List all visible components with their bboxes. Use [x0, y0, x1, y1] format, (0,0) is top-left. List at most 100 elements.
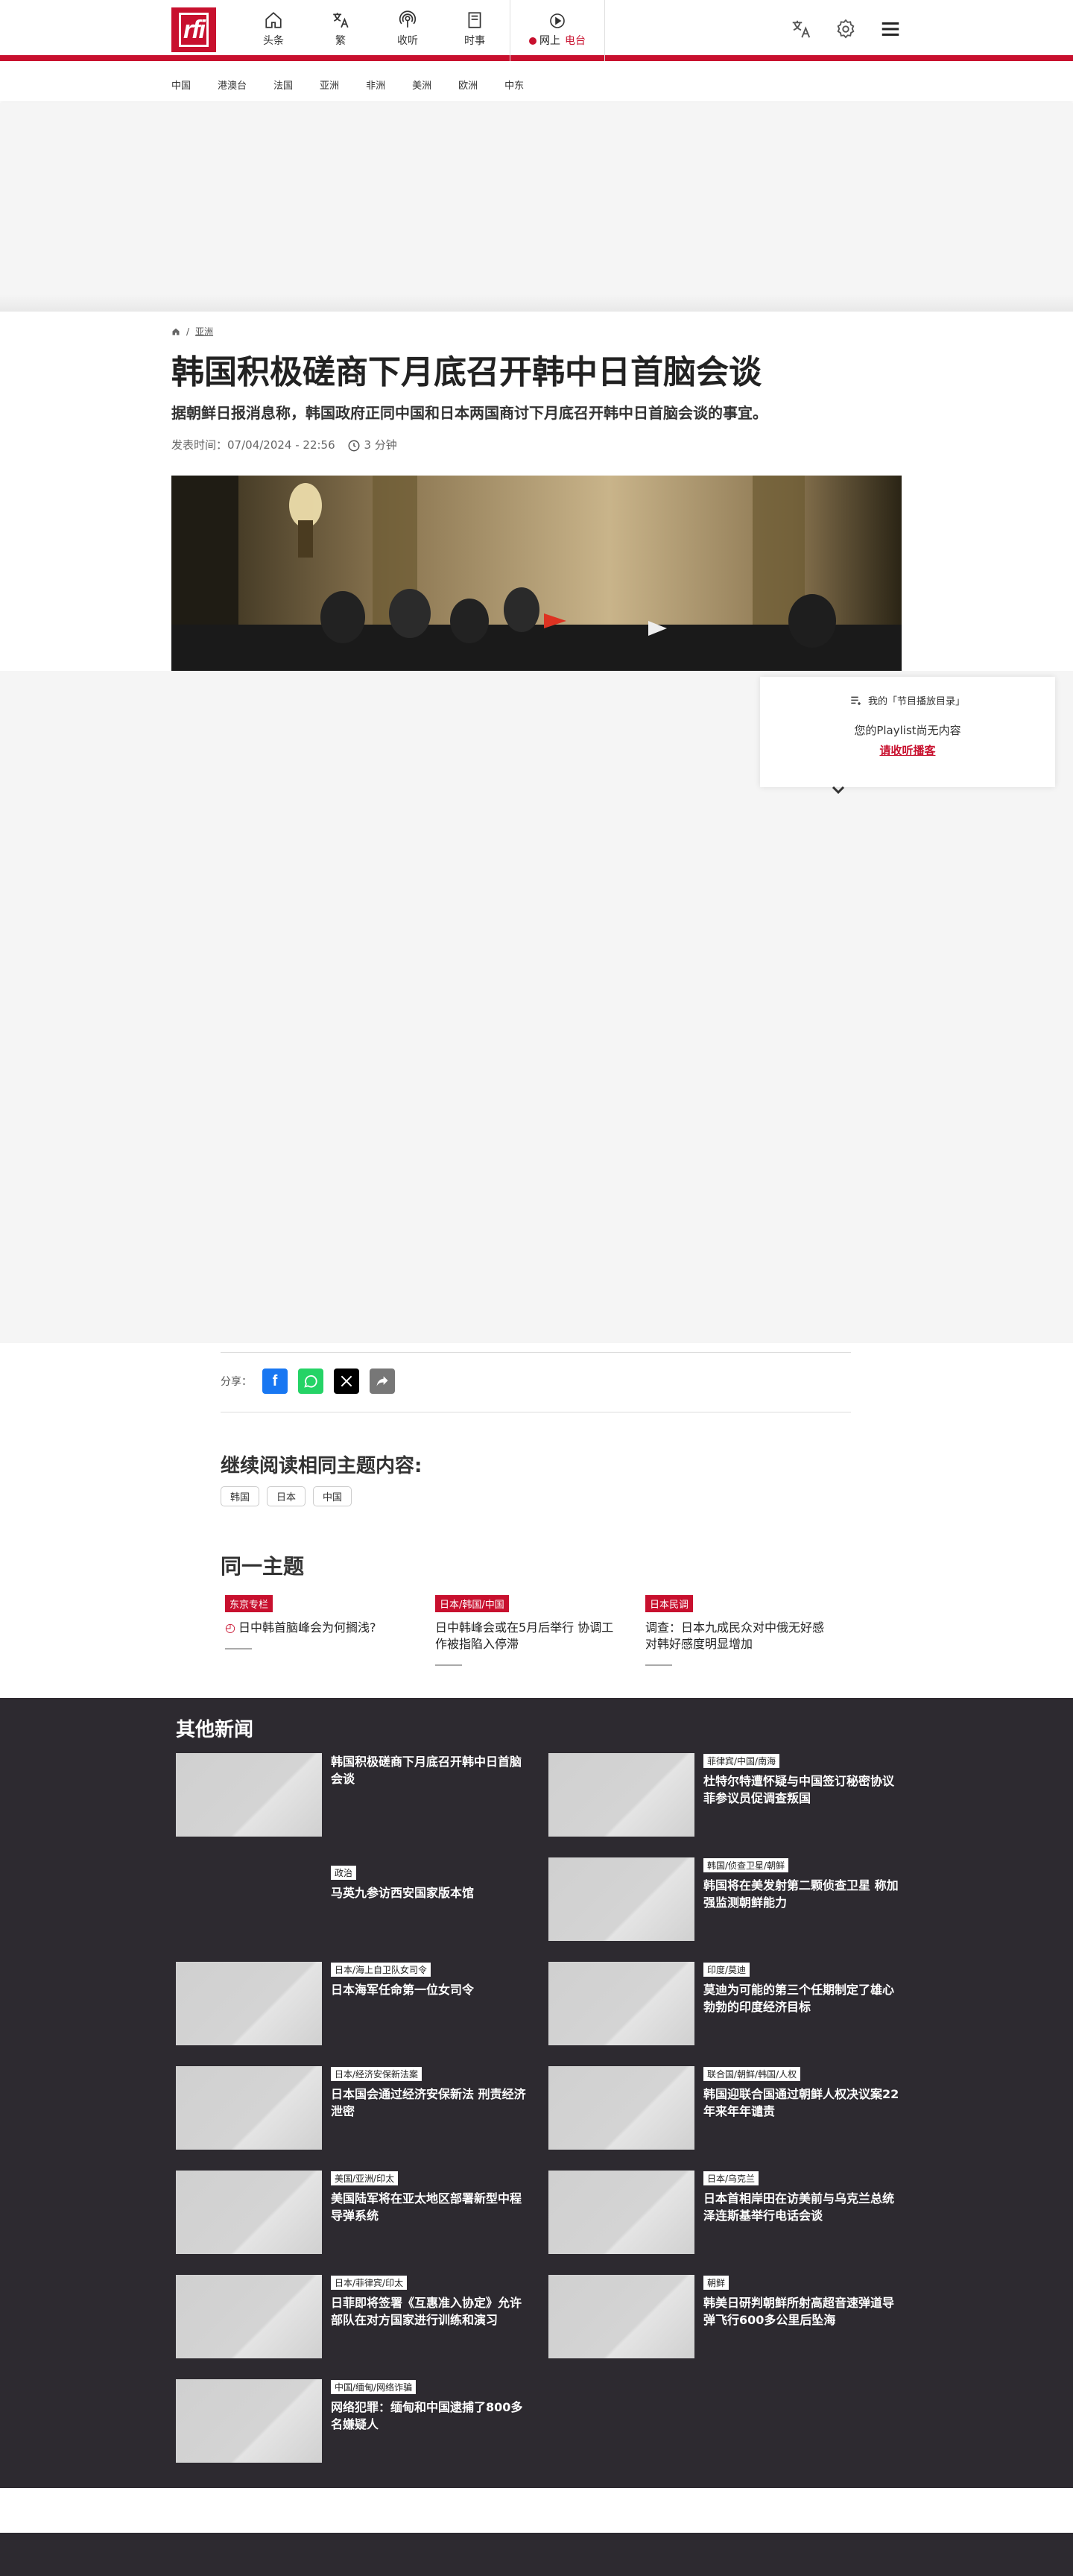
breadcrumb-section[interactable]: 亚洲: [195, 325, 213, 338]
live-dot: [529, 37, 536, 45]
category-badge: 东京专栏: [225, 1595, 273, 1612]
nav-listen[interactable]: 收听: [374, 10, 441, 48]
nav-traditional[interactable]: 繁: [307, 10, 374, 48]
region-france[interactable]: 法国: [273, 78, 293, 92]
news-card[interactable]: 日本/经济安保新法案日本国会通过经济安保新法 刑责经济泄密: [176, 2066, 534, 2150]
news-badge: 菲律宾/中国/南海: [703, 1754, 780, 1768]
news-card[interactable]: 美国/亚洲/印太 美国陆军将在亚太地区部署新型中程导弹系统: [176, 2171, 534, 2254]
news-thumbnail: [176, 2066, 322, 2150]
rfi-logo[interactable]: rfi: [171, 7, 216, 52]
home-icon[interactable]: [171, 327, 180, 336]
facebook-icon: f: [272, 1372, 278, 1389]
news-title: 杜特尔特遭怀疑与中国签订秘密协议 菲参议员促调查叛国: [703, 1774, 895, 1805]
news-card[interactable]: 韩国/侦查卫星/朝鲜 韩国将在美发射第二颗侦查卫星 称加强监测朝鲜能力: [548, 1857, 906, 1941]
divider: [225, 1648, 252, 1650]
region-middle-east[interactable]: 中东: [504, 78, 524, 92]
nav-headlines[interactable]: 头条: [240, 10, 307, 48]
news-badge: 日本/经济安保新法案: [331, 2067, 422, 2081]
news-thumbnail: [176, 1962, 322, 2045]
news-thumbnail: [176, 2171, 322, 2254]
news-badge: 朝鲜: [703, 2276, 729, 2290]
news-card[interactable]: 日本/乌克兰 日本首相岸田在访美前与乌克兰总统泽连斯基举行电话会谈: [548, 2171, 906, 2254]
news-thumbnail: [548, 1857, 694, 1941]
news-title: 网络犯罪：缅甸和中国逮捕了800多名嫌疑人: [331, 2400, 523, 2431]
headphones-icon: ◴: [225, 1620, 235, 1635]
share-label: 分享：: [221, 1376, 252, 1388]
news-title: 韩国积极磋商下月底召开韩中日首脑会谈: [331, 1755, 522, 1786]
news-card[interactable]: 日本/菲律宾/印太 日菲即将签署《互惠准入协定》允许部队在对方国家进行训练和演习: [176, 2275, 534, 2358]
category-badge: 日本/韩国/中国: [435, 1595, 509, 1612]
news-title: 韩国迎联合国通过朝鲜人权决议案22年来年年谴责: [703, 2087, 899, 2118]
news-card[interactable]: 朝鲜韩美日研判朝鲜所射高超音速弹道导弹飞行600多公里后坠海: [548, 2275, 906, 2358]
nav-news[interactable]: 时事: [441, 10, 508, 48]
same-topic-item[interactable]: 日本民调 调查：日本九成民众对中俄无好感 对韩好感度明显增加: [641, 1595, 851, 1666]
region-china[interactable]: 中国: [171, 78, 191, 92]
same-topic-title: 日中韩峰会或在5月后举行 协调工作被指陷入停滞: [435, 1620, 614, 1651]
x-share-button[interactable]: [334, 1368, 359, 1394]
region-americas[interactable]: 美洲: [412, 78, 431, 92]
other-news-section: 其他新闻 韩国积极磋商下月底召开韩中日首脑会谈 菲律宾/中国/南海 杜特尔特遭怀疑…: [0, 1698, 1073, 2488]
news-card[interactable]: 联合国/朝鲜/韩国/人权 韩国迎联合国通过朝鲜人权决议案22年来年年谴责: [548, 2066, 906, 2150]
news-badge: 日本/菲律宾/印太: [331, 2276, 408, 2290]
tag-korea[interactable]: 韩国: [221, 1486, 260, 1506]
news-card[interactable]: 韩国积极磋商下月底召开韩中日首脑会谈: [176, 1753, 534, 1837]
article-hero-image: [171, 476, 902, 671]
region-europe[interactable]: 欧洲: [458, 78, 478, 92]
news-badge: 中国/缅甸/网络诈骗: [331, 2380, 417, 2394]
news-badge: 印度/莫迪: [703, 1963, 750, 1977]
tag-japan[interactable]: 日本: [267, 1486, 306, 1506]
news-icon: [468, 12, 481, 28]
news-badge: 政治: [331, 1866, 357, 1880]
news-title: 日本海军任命第一位女司令: [331, 1983, 475, 1997]
news-thumbnail: [176, 2275, 322, 2358]
facebook-share-button[interactable]: f: [262, 1368, 288, 1394]
breadcrumb: / 亚洲: [171, 325, 213, 338]
news-thumbnail: [548, 1753, 694, 1837]
live-radio-label: 网上 电台: [529, 33, 586, 48]
article-title: 韩国积极磋商下月底召开韩中日首脑会谈: [171, 353, 762, 391]
news-card[interactable]: 中国/缅甸/网络诈骗网络犯罪：缅甸和中国逮捕了800多名嫌疑人: [176, 2379, 534, 2463]
language-icon[interactable]: [790, 18, 812, 40]
category-badge: 日本民调: [645, 1595, 694, 1612]
live-radio-button[interactable]: 网上 电台: [510, 0, 605, 61]
region-nav: 中国 港澳台 法国 亚洲 非洲 美洲 欧洲 中东: [0, 67, 1073, 101]
chevron-down-icon[interactable]: [827, 783, 849, 798]
podcast-icon: [399, 10, 417, 28]
whatsapp-icon: [304, 1375, 317, 1388]
related-tags: 韩国 日本 中国: [221, 1486, 352, 1506]
news-title: 韩美日研判朝鲜所射高超音速弹道导弹飞行600多公里后坠海: [703, 2296, 895, 2327]
news-card[interactable]: 印度/莫迪莫迪为可能的第三个任期制定了雄心勃勃的印度经济目标: [548, 1962, 906, 2045]
menu-icon[interactable]: [879, 18, 902, 40]
news-title: 日本国会通过经济安保新法 刑责经济泄密: [331, 2087, 526, 2118]
article-meta: 发表时间：07/04/2024 - 22:56 3 分钟: [171, 438, 397, 452]
divider: [221, 1352, 851, 1353]
news-title: 马英九参访西安国家版本馆: [331, 1886, 475, 1900]
news-card[interactable]: 菲律宾/中国/南海杜特尔特遭怀疑与中国签订秘密协议 菲参议员促调查叛国: [548, 1753, 906, 1837]
clock-icon: [348, 440, 360, 451]
playlist-icon: [851, 696, 861, 705]
news-thumbnail: [548, 2171, 694, 2254]
news-thumbnail: [548, 2275, 694, 2358]
playlist-empty-text: 您的Playlist尚无内容: [854, 724, 961, 737]
playlist-podcast-link[interactable]: 请收听播客: [760, 742, 1055, 758]
same-topic-title: 日中韩首脑峰会为何搁浅?: [238, 1620, 376, 1635]
news-card[interactable]: 日本/海上自卫队女司令 日本海军任命第一位女司令: [176, 1962, 534, 2045]
same-topic-item[interactable]: 日本/韩国/中国 日中韩峰会或在5月后举行 协调工作被指陷入停滞: [431, 1595, 641, 1666]
share-arrow-icon: [376, 1376, 388, 1386]
region-hk-macao-taiwan[interactable]: 港澳台: [218, 78, 247, 92]
same-topic-list: 东京专栏 ◴ 日中韩首脑峰会为何搁浅? 日本/韩国/中国 日中韩峰会或在5月后举行…: [221, 1595, 851, 1666]
play-icon: [550, 13, 565, 28]
read-time: 3 分钟: [364, 438, 397, 452]
site-header: rfi 头条 繁 收听 时事 网上 电台: [0, 0, 1073, 61]
more-share-button[interactable]: [370, 1368, 395, 1394]
region-africa[interactable]: 非洲: [366, 78, 385, 92]
whatsapp-share-button[interactable]: [298, 1368, 323, 1394]
tag-china[interactable]: 中国: [313, 1486, 352, 1506]
news-badge: 日本/乌克兰: [703, 2171, 759, 2185]
main-nav: 头条 繁 收听 时事: [240, 10, 508, 48]
region-asia[interactable]: 亚洲: [320, 78, 339, 92]
same-topic-item[interactable]: 东京专栏 ◴ 日中韩首脑峰会为何搁浅?: [221, 1595, 431, 1666]
news-card[interactable]: 政治马英九参访西安国家版本馆: [176, 1857, 534, 1941]
settings-icon[interactable]: [835, 18, 857, 40]
news-title: 莫迪为可能的第三个任期制定了雄心勃勃的印度经济目标: [703, 1983, 895, 2014]
